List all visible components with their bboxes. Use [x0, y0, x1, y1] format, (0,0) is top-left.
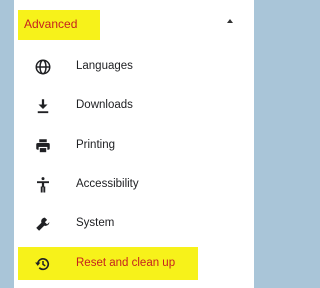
- menu-item-system[interactable]: System: [14, 206, 254, 242]
- printer-icon: [36, 139, 50, 154]
- menu-item-downloads[interactable]: Downloads: [14, 88, 254, 124]
- globe-icon: [35, 59, 51, 75]
- section-title: Advanced: [24, 17, 78, 31]
- menu-item-label: System: [76, 217, 115, 229]
- menu-item-label: Downloads: [76, 99, 133, 111]
- settings-panel: Advanced Languages Downloads Printing Ac…: [14, 0, 254, 288]
- menu-item-printing[interactable]: Printing: [14, 128, 254, 164]
- menu-item-label: Printing: [76, 139, 115, 151]
- menu-item-label: Languages: [76, 60, 133, 72]
- menu-item-label: Accessibility: [76, 178, 139, 190]
- menu-item-languages[interactable]: Languages: [14, 49, 254, 85]
- menu-item-accessibility[interactable]: Accessibility: [14, 167, 254, 203]
- collapse-caret-icon[interactable]: [227, 19, 233, 23]
- download-icon: [37, 99, 49, 114]
- accessibility-icon: [37, 177, 49, 193]
- advanced-section-header[interactable]: Advanced: [14, 8, 254, 42]
- menu-item-reset-and-clean-up[interactable]: Reset and clean up: [14, 246, 254, 282]
- menu-item-label: Reset and clean up: [76, 257, 176, 269]
- restore-icon: [35, 258, 50, 271]
- wrench-icon: [36, 217, 50, 231]
